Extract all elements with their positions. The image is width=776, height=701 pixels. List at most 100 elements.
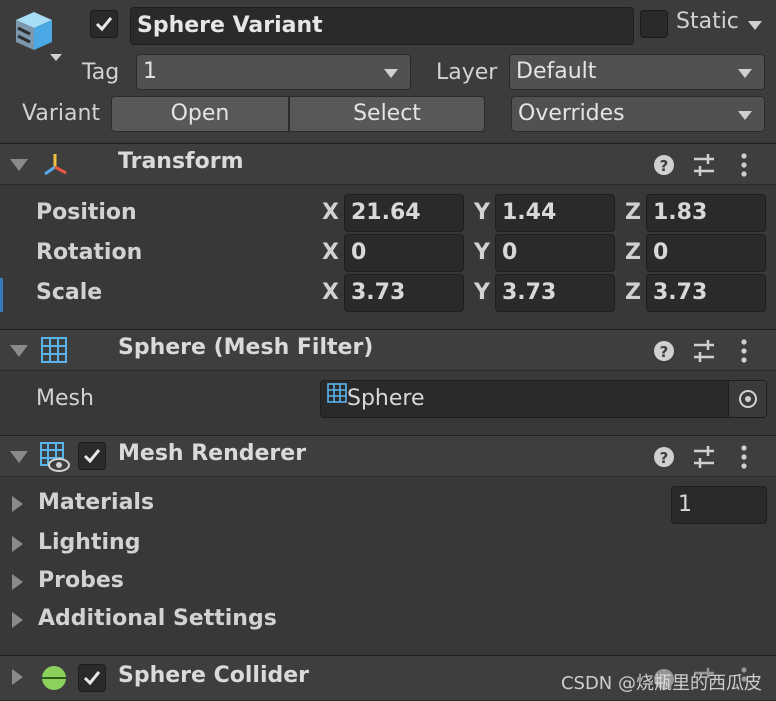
component-title: Sphere Collider (118, 663, 310, 688)
component-header-icons: ? (652, 338, 762, 364)
tag-value: 1 (143, 59, 157, 84)
mesh-value: Sphere (347, 386, 425, 411)
lighting-label: Lighting (38, 530, 141, 555)
svg-text:?: ? (660, 157, 669, 175)
overrides-dropdown[interactable]: Overrides (511, 96, 765, 132)
checkmark-icon (83, 449, 101, 464)
chevron-down-icon (748, 21, 762, 30)
probes-label: Probes (38, 568, 124, 593)
transform-header[interactable]: Transform ? (0, 143, 776, 185)
mesh-renderer-header[interactable]: Mesh Renderer ? (0, 435, 776, 477)
component-title: Sphere (Mesh Filter) (118, 335, 374, 360)
checkmark-icon (83, 671, 101, 686)
presets-icon (694, 154, 714, 176)
rotation-z-field[interactable]: 0 (646, 234, 766, 272)
axis-y-label: Y (474, 240, 490, 265)
mesh-object-field[interactable]: Sphere (320, 380, 767, 418)
additional-settings-foldout[interactable]: Additional Settings (0, 602, 330, 638)
tag-label: Tag (82, 60, 120, 85)
layer-dropdown[interactable]: Default (509, 54, 765, 90)
materials-label: Materials (38, 490, 155, 515)
menu-kebab-icon (741, 445, 747, 469)
foldout-right-icon (12, 612, 23, 628)
open-button[interactable]: Open (111, 96, 289, 132)
component-header-icons: ? (652, 152, 762, 178)
foldout-right-icon (12, 574, 23, 590)
additional-settings-label: Additional Settings (38, 606, 277, 631)
scale-z-field[interactable]: 3.73 (646, 274, 766, 312)
lighting-foldout[interactable]: Lighting (0, 526, 300, 562)
chevron-down-icon (738, 69, 752, 78)
scale-y-field[interactable]: 3.73 (495, 274, 615, 312)
scale-selection-indicator (0, 278, 3, 312)
foldout-arrow-icon[interactable] (10, 451, 28, 463)
select-button[interactable]: Select (289, 96, 485, 132)
position-z-field[interactable]: 1.83 (646, 194, 766, 232)
static-checkbox[interactable] (640, 10, 668, 38)
mesh-filter-header[interactable]: Sphere (Mesh Filter) ? (0, 329, 776, 371)
chevron-down-icon (738, 111, 752, 120)
transform-body: Position X 21.64 Y 1.44 Z 1.83 Rotation … (0, 186, 776, 328)
watermark: CSDN @烧瓶里的西瓜皮 (560, 673, 762, 694)
foldout-right-icon[interactable] (12, 669, 23, 685)
component-header-icons: ? (652, 444, 762, 470)
chevron-down-icon (384, 69, 398, 78)
object-picker-icon[interactable] (728, 381, 766, 417)
scale-x-field[interactable]: 3.73 (344, 274, 464, 312)
svg-text:?: ? (660, 343, 669, 361)
rotation-x-field[interactable]: 0 (344, 234, 464, 272)
mesh-filter-body: Mesh Sphere (0, 372, 776, 434)
mesh-renderer-body: Materials 1 Lighting Probes Additional S… (0, 478, 776, 654)
axis-z-label: Z (625, 240, 641, 265)
foldout-arrow-icon[interactable] (10, 159, 28, 171)
materials-foldout[interactable]: Materials (0, 484, 300, 520)
axis-x-label: X (322, 280, 339, 305)
foldout-arrow-icon[interactable] (10, 345, 28, 357)
probes-foldout[interactable]: Probes (0, 564, 300, 600)
variant-label: Variant (22, 101, 101, 126)
active-checkbox[interactable] (90, 10, 118, 38)
sphere-collider-enabled-checkbox[interactable] (78, 664, 106, 692)
axis-y-label: Y (474, 280, 490, 305)
checkmark-icon (95, 17, 113, 32)
help-icon: ? (654, 341, 674, 361)
static-dropdown[interactable]: Static (676, 9, 766, 41)
presets-icon (694, 446, 714, 468)
axis-x-label: X (322, 200, 339, 225)
axis-y-label: Y (474, 200, 490, 225)
foldout-right-icon (12, 536, 23, 552)
gameobject-name-field[interactable]: Sphere Variant (130, 7, 634, 45)
mesh-grid-icon (40, 336, 68, 370)
gameobject-header: Sphere Variant Static Tag 1 Layer Defaul… (0, 0, 776, 142)
axis-z-label: Z (625, 200, 641, 225)
transform-axes-icon (40, 150, 70, 186)
position-y-field[interactable]: 1.44 (495, 194, 615, 232)
overrides-label: Overrides (518, 101, 625, 126)
axis-x-label: X (322, 240, 339, 265)
axis-z-label: Z (625, 280, 641, 305)
layer-label: Layer (436, 60, 498, 85)
help-icon: ? (654, 447, 674, 467)
menu-kebab-icon (741, 153, 747, 177)
menu-kebab-icon (741, 339, 747, 363)
sphere-collider-icon (40, 664, 68, 698)
mesh-grid-icon (327, 381, 347, 415)
mesh-renderer-icon (40, 442, 70, 478)
help-icon: ? (654, 155, 674, 175)
static-label: Static (676, 9, 739, 34)
foldout-right-icon (12, 496, 23, 512)
tag-dropdown[interactable]: 1 (136, 54, 411, 90)
scale-label: Scale (36, 280, 103, 305)
rotation-y-field[interactable]: 0 (495, 234, 615, 272)
component-title: Transform (118, 149, 244, 174)
svg-text:?: ? (660, 449, 669, 467)
rotation-label: Rotation (36, 240, 143, 265)
component-title: Mesh Renderer (118, 441, 307, 466)
position-x-field[interactable]: 21.64 (344, 194, 464, 232)
presets-icon (694, 340, 714, 362)
prefab-variant-icon[interactable] (10, 6, 66, 62)
layer-value: Default (516, 59, 597, 84)
mesh-renderer-enabled-checkbox[interactable] (78, 442, 106, 470)
mesh-label: Mesh (36, 386, 94, 411)
materials-size-field[interactable]: 1 (671, 486, 767, 524)
